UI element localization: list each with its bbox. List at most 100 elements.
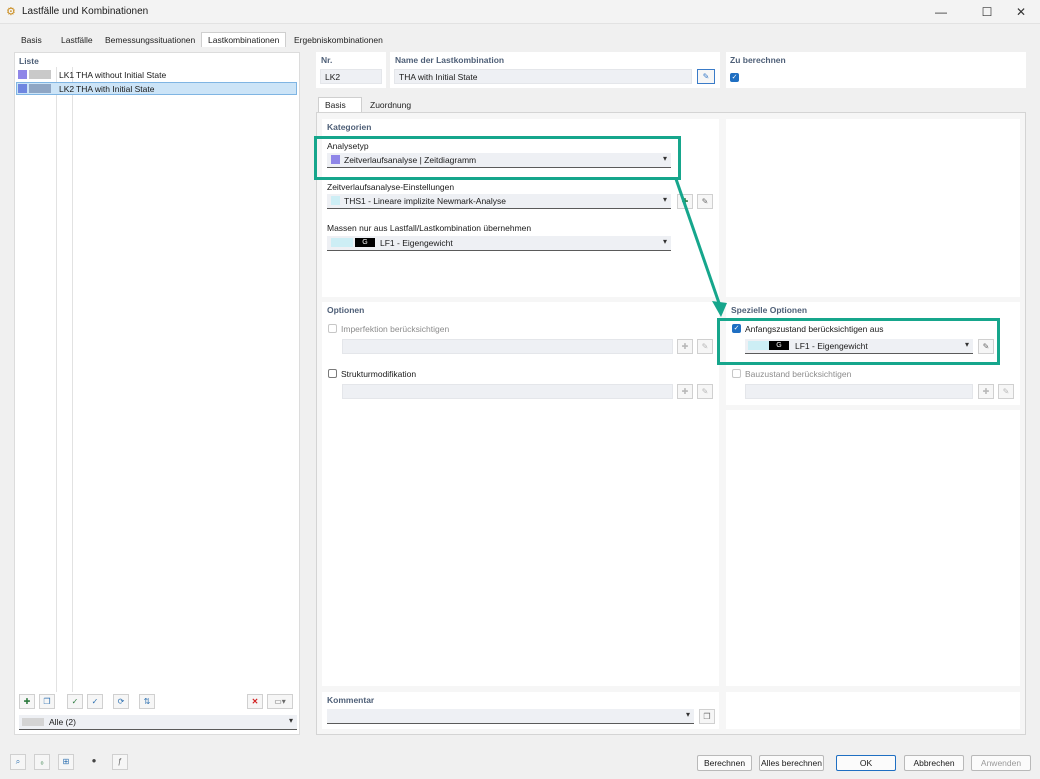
mass-select[interactable]: G LF1 - Eigengewicht ▾ — [327, 236, 671, 251]
calc-label: Zu berechnen — [730, 55, 786, 65]
chevron-down-icon: ▾ — [685, 710, 690, 719]
ok-button[interactable]: OK — [836, 755, 896, 771]
mass-value: LF1 - Eigengewicht — [380, 238, 453, 248]
mass-label: Massen nur aus Lastfall/Lastkombination … — [327, 223, 532, 233]
name-field[interactable]: THA with Initial State — [394, 69, 692, 84]
delete-icon[interactable]: ✕ — [247, 694, 263, 709]
filter-select[interactable]: Alle (2) ▾ — [19, 715, 297, 730]
column-divider — [72, 67, 73, 692]
maximize-button[interactable]: ☐ — [972, 3, 1002, 21]
filter-value: Alle (2) — [49, 717, 76, 727]
kategorien-title: Kategorien — [327, 122, 372, 132]
highlight-frame-analysetyp — [314, 136, 681, 180]
list-item[interactable]: LK1 THA without Initial State — [17, 69, 297, 81]
spezielle-title: Spezielle Optionen — [731, 305, 808, 315]
window-title: Lastfälle und Kombinationen — [22, 6, 149, 17]
spezielle-side-panel — [726, 410, 1020, 686]
tab-ergebniskombinationen[interactable]: Ergebniskombinationen — [287, 32, 390, 46]
color-bar — [29, 70, 51, 79]
kommentar-edit-icon[interactable]: ❐ — [699, 709, 715, 724]
chevron-down-icon: ▾ — [288, 716, 293, 725]
highlight-frame-anfangszustand — [717, 318, 1000, 365]
settings-value: THS1 - Lineare implizite Newmark-Analyse — [344, 196, 507, 206]
new-imperfection-icon[interactable]: ✚ — [677, 339, 693, 354]
kommentar-select[interactable]: ▾ — [327, 709, 694, 724]
chevron-down-icon: ▾ — [662, 195, 667, 204]
name-label: Name der Lastkombination — [395, 55, 505, 65]
settings-label: Zeitverlaufsanalyse-Einstellungen — [327, 182, 455, 192]
search-icon[interactable]: ⌕ — [10, 754, 26, 770]
color-swatch — [331, 196, 340, 205]
bauzustand-field[interactable] — [745, 384, 973, 399]
check-all-icon[interactable]: ✓ — [67, 694, 83, 709]
struktur-label: Strukturmodifikation — [341, 369, 417, 379]
edit-settings-icon[interactable]: ✎ — [697, 194, 713, 209]
calc-panel: Zu berechnen ✓ — [726, 52, 1026, 88]
edit-imperfection-icon[interactable]: ✎ — [697, 339, 713, 354]
edit-name-icon[interactable]: ✎ — [697, 69, 715, 84]
list-item-selected[interactable]: LK2 THA with Initial State — [16, 82, 297, 95]
subtab-zuordnung[interactable]: Zuordnung — [363, 97, 418, 111]
name-panel: Name der Lastkombination THA with Initia… — [390, 52, 720, 88]
new-bauzustand-icon[interactable]: ✚ — [978, 384, 994, 399]
imperfection-label: Imperfektion berücksichtigen — [341, 324, 450, 334]
abbrechen-button[interactable]: Abbrechen — [904, 755, 964, 771]
imperfection-checkbox[interactable] — [328, 324, 337, 333]
title-bar: ⚙ Lastfälle und Kombinationen — ☐ ✕ — [0, 0, 1040, 24]
tab-lastfaelle[interactable]: Lastfälle — [54, 32, 100, 46]
close-button[interactable]: ✕ — [1006, 3, 1036, 21]
calc-checkbox[interactable]: ✓ — [730, 73, 739, 82]
view-options-icon[interactable]: ▭▾ — [267, 694, 293, 709]
struktur-checkbox[interactable] — [328, 369, 337, 378]
edit-struktur-icon[interactable]: ✎ — [697, 384, 713, 399]
settings-select[interactable]: THS1 - Lineare implizite Newmark-Analyse… — [327, 194, 671, 209]
nr-label: Nr. — [321, 55, 333, 65]
copy-item-icon[interactable]: ❐ — [39, 694, 55, 709]
kategorien-side-panel — [726, 119, 1020, 297]
main-area: Kategorien Analysetyp Zeitverlaufsanalys… — [314, 112, 1026, 735]
sort-icon[interactable]: ⇅ — [139, 694, 155, 709]
anwenden-button[interactable]: Anwenden — [971, 755, 1031, 771]
new-item-icon[interactable]: ✚ — [19, 694, 35, 709]
app-icon: ⚙ — [6, 6, 16, 18]
units-icon[interactable]: ₀ — [34, 754, 50, 770]
subtab-basis[interactable]: Basis — [318, 97, 362, 112]
kommentar-panel: Kommentar ▾ ❐ — [322, 692, 719, 729]
bottom-bar: ⌕ ₀ ⊞ ● ƒ Berechnen Alles berechnen OK A… — [0, 748, 1040, 779]
tab-basis[interactable]: Basis — [14, 32, 49, 46]
imperfection-field[interactable] — [342, 339, 673, 354]
renumber-icon[interactable]: ⟳ — [113, 694, 129, 709]
list-item-name: THA with Initial State — [76, 84, 155, 94]
bauzustand-checkbox[interactable] — [732, 369, 741, 378]
formula-icon[interactable]: ƒ — [112, 754, 128, 770]
struktur-field[interactable] — [342, 384, 673, 399]
edit-bauzustand-icon[interactable]: ✎ — [998, 384, 1014, 399]
new-settings-icon[interactable]: ✚ — [677, 194, 693, 209]
alles-berechnen-button[interactable]: Alles berechnen — [759, 755, 824, 771]
color-swatch — [331, 238, 353, 247]
load-type-badge: G — [355, 238, 375, 247]
chevron-down-icon: ▾ — [662, 237, 667, 246]
dot-icon[interactable]: ● — [86, 754, 102, 770]
berechnen-button[interactable]: Berechnen — [697, 755, 752, 771]
new-struktur-icon[interactable]: ✚ — [677, 384, 693, 399]
list-title: Liste — [19, 56, 39, 66]
tab-lastkombinationen[interactable]: Lastkombinationen — [201, 32, 287, 47]
nr-field[interactable]: LK2 — [320, 69, 382, 84]
color-swatch — [18, 70, 27, 79]
minimize-button[interactable]: — — [926, 3, 956, 21]
optionen-title: Optionen — [327, 305, 365, 315]
kommentar-title: Kommentar — [327, 695, 375, 705]
bauzustand-label: Bauzustand berücksichtigen — [745, 369, 852, 379]
check-selected-icon[interactable]: ✓ — [87, 694, 103, 709]
filter-swatch — [22, 718, 44, 726]
list-item-name: THA without Initial State — [76, 70, 167, 80]
tab-bemessungssituationen[interactable]: Bemessungssituationen — [98, 32, 202, 46]
kommentar-side-panel — [726, 692, 1020, 729]
tree-icon[interactable]: ⊞ — [58, 754, 74, 770]
optionen-panel: Optionen Imperfektion berücksichtigen ✚ … — [322, 302, 719, 686]
color-swatch — [18, 84, 27, 93]
list-item-id: LK1 — [59, 70, 75, 80]
color-bar — [29, 84, 51, 93]
column-divider — [56, 67, 57, 692]
